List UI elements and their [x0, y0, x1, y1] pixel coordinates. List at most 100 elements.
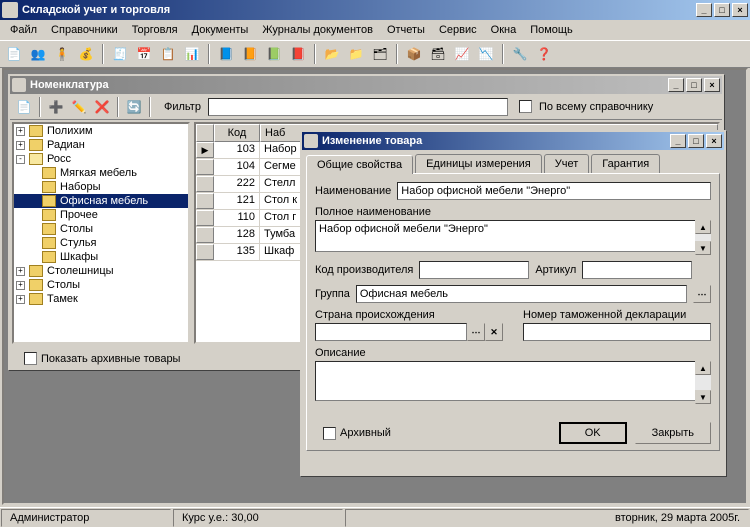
toolbar-btn-10[interactable]: 📙 — [240, 44, 260, 64]
fullname-scroll-track[interactable] — [695, 234, 711, 241]
minimize-button[interactable]: _ — [696, 3, 712, 17]
tree-toggle-icon[interactable]: + — [16, 127, 25, 136]
edit-titlebar[interactable]: Изменение товара _ □ × — [302, 132, 724, 150]
show-archive-checkbox[interactable] — [24, 352, 37, 365]
ok-button[interactable]: OK — [559, 422, 627, 444]
all-ref-checkbox[interactable] — [519, 100, 532, 113]
nom-new-button[interactable]: 📄 — [14, 97, 34, 117]
close-button[interactable]: × — [732, 3, 748, 17]
name-input[interactable] — [397, 182, 711, 200]
toolbar-btn-17[interactable]: 🗃 — [428, 44, 448, 64]
row-selector[interactable] — [196, 159, 214, 175]
toolbar-btn-8[interactable]: 📊 — [182, 44, 202, 64]
country-clear-button[interactable]: ✕ — [485, 323, 503, 341]
toolbar-btn-3[interactable]: 🧍 — [52, 44, 72, 64]
toolbar-btn-9[interactable]: 📘 — [216, 44, 236, 64]
menu-documents[interactable]: Документы — [186, 22, 255, 38]
group-lookup-button[interactable]: ⋯ — [693, 285, 711, 303]
mfrcode-input[interactable] — [419, 261, 529, 279]
toolbar-btn-2[interactable]: 👥 — [28, 44, 48, 64]
tree-item[interactable]: +Тамек — [14, 292, 188, 306]
menu-journals[interactable]: Журналы документов — [256, 22, 379, 38]
country-lookup-button[interactable]: ⋯ — [467, 323, 485, 341]
toolbar-btn-7[interactable]: 📋 — [158, 44, 178, 64]
country-input[interactable] — [315, 323, 467, 341]
tab-accounting[interactable]: Учет — [544, 154, 590, 173]
row-selector[interactable] — [196, 193, 214, 209]
edit-close-button[interactable]: × — [706, 134, 722, 148]
filter-input[interactable] — [208, 98, 508, 116]
nom-add-button[interactable]: ➕ — [46, 97, 66, 117]
tree-item[interactable]: Шкафы — [14, 250, 188, 264]
desc-scroll-up[interactable]: ▲ — [695, 361, 711, 375]
tree-toggle-icon[interactable]: + — [16, 295, 25, 304]
toolbar-btn-11[interactable]: 📗 — [264, 44, 284, 64]
nom-refresh-button[interactable]: 🔄 — [124, 97, 144, 117]
archive-checkbox[interactable] — [323, 427, 336, 440]
tree-toggle-icon[interactable]: - — [16, 155, 25, 164]
fullname-input[interactable] — [315, 220, 711, 252]
menu-help[interactable]: Помощь — [524, 22, 579, 38]
menu-windows[interactable]: Окна — [485, 22, 523, 38]
fullname-scroll-up[interactable]: ▲ — [695, 220, 711, 234]
row-selector[interactable]: ▶ — [196, 142, 214, 158]
menu-trade[interactable]: Торговля — [126, 22, 184, 38]
toolbar-btn-18[interactable]: 📈 — [452, 44, 472, 64]
tree-item[interactable]: Столы — [14, 222, 188, 236]
toolbar-btn-12[interactable]: 📕 — [288, 44, 308, 64]
toolbar-btn-21[interactable]: ❓ — [534, 44, 554, 64]
tab-units[interactable]: Единицы измерения — [415, 154, 542, 173]
menu-service[interactable]: Сервис — [433, 22, 483, 38]
row-selector[interactable] — [196, 244, 214, 260]
tree-item[interactable]: +Полихим — [14, 124, 188, 138]
tree-toggle-icon[interactable]: + — [16, 141, 25, 150]
menu-reports[interactable]: Отчеты — [381, 22, 431, 38]
nom-maximize-button[interactable]: □ — [686, 78, 702, 92]
edit-maximize-button[interactable]: □ — [688, 134, 704, 148]
tree-toggle-icon[interactable]: + — [16, 267, 25, 276]
grid-header-code[interactable]: Код — [214, 124, 260, 142]
toolbar-btn-5[interactable]: 🧾 — [110, 44, 130, 64]
tree-item[interactable]: -Росс — [14, 152, 188, 166]
desc-input[interactable] — [315, 361, 711, 401]
toolbar-btn-14[interactable]: 📁 — [346, 44, 366, 64]
toolbar-btn-13[interactable]: 📂 — [322, 44, 342, 64]
desc-scroll-track[interactable] — [695, 375, 711, 390]
tree-item[interactable]: Офисная мебель — [14, 194, 188, 208]
tab-general[interactable]: Общие свойства — [306, 155, 413, 174]
tree-item[interactable]: Прочее — [14, 208, 188, 222]
tree-toggle-icon[interactable]: + — [16, 281, 25, 290]
desc-scroll-down[interactable]: ▼ — [695, 390, 711, 404]
nom-close-button[interactable]: × — [704, 78, 720, 92]
tab-warranty[interactable]: Гарантия — [591, 154, 660, 173]
tree-panel[interactable]: +Полихим+Радиан-РоссМягкая мебельНаборыО… — [12, 122, 190, 344]
toolbar-btn-19[interactable]: 📉 — [476, 44, 496, 64]
toolbar-btn-15[interactable]: 🗂 — [370, 44, 390, 64]
nom-delete-button[interactable]: ❌ — [92, 97, 112, 117]
menu-references[interactable]: Справочники — [45, 22, 124, 38]
toolbar-btn-16[interactable]: 📦 — [404, 44, 424, 64]
edit-minimize-button[interactable]: _ — [670, 134, 686, 148]
customs-input[interactable] — [523, 323, 711, 341]
toolbar-btn-1[interactable]: 📄 — [4, 44, 24, 64]
nom-minimize-button[interactable]: _ — [668, 78, 684, 92]
row-selector[interactable] — [196, 227, 214, 243]
tree-item[interactable]: +Радиан — [14, 138, 188, 152]
article-input[interactable] — [582, 261, 692, 279]
group-input[interactable] — [356, 285, 687, 303]
menu-file[interactable]: Файл — [4, 22, 43, 38]
row-selector[interactable] — [196, 210, 214, 226]
toolbar-btn-4[interactable]: 💰 — [76, 44, 96, 64]
tree-item[interactable]: +Столы — [14, 278, 188, 292]
tree-item[interactable]: Наборы — [14, 180, 188, 194]
toolbar-btn-6[interactable]: 📅 — [134, 44, 154, 64]
tree-item[interactable]: Стулья — [14, 236, 188, 250]
tree-item[interactable]: Мягкая мебель — [14, 166, 188, 180]
nom-edit-button[interactable]: ✏️ — [69, 97, 89, 117]
tree-item[interactable]: +Столешницы — [14, 264, 188, 278]
nomenclature-titlebar[interactable]: Номенклатура _ □ × — [10, 76, 722, 94]
close-button[interactable]: Закрыть — [635, 422, 711, 444]
fullname-scroll-down[interactable]: ▼ — [695, 241, 711, 255]
row-selector[interactable] — [196, 176, 214, 192]
toolbar-btn-20[interactable]: 🔧 — [510, 44, 530, 64]
